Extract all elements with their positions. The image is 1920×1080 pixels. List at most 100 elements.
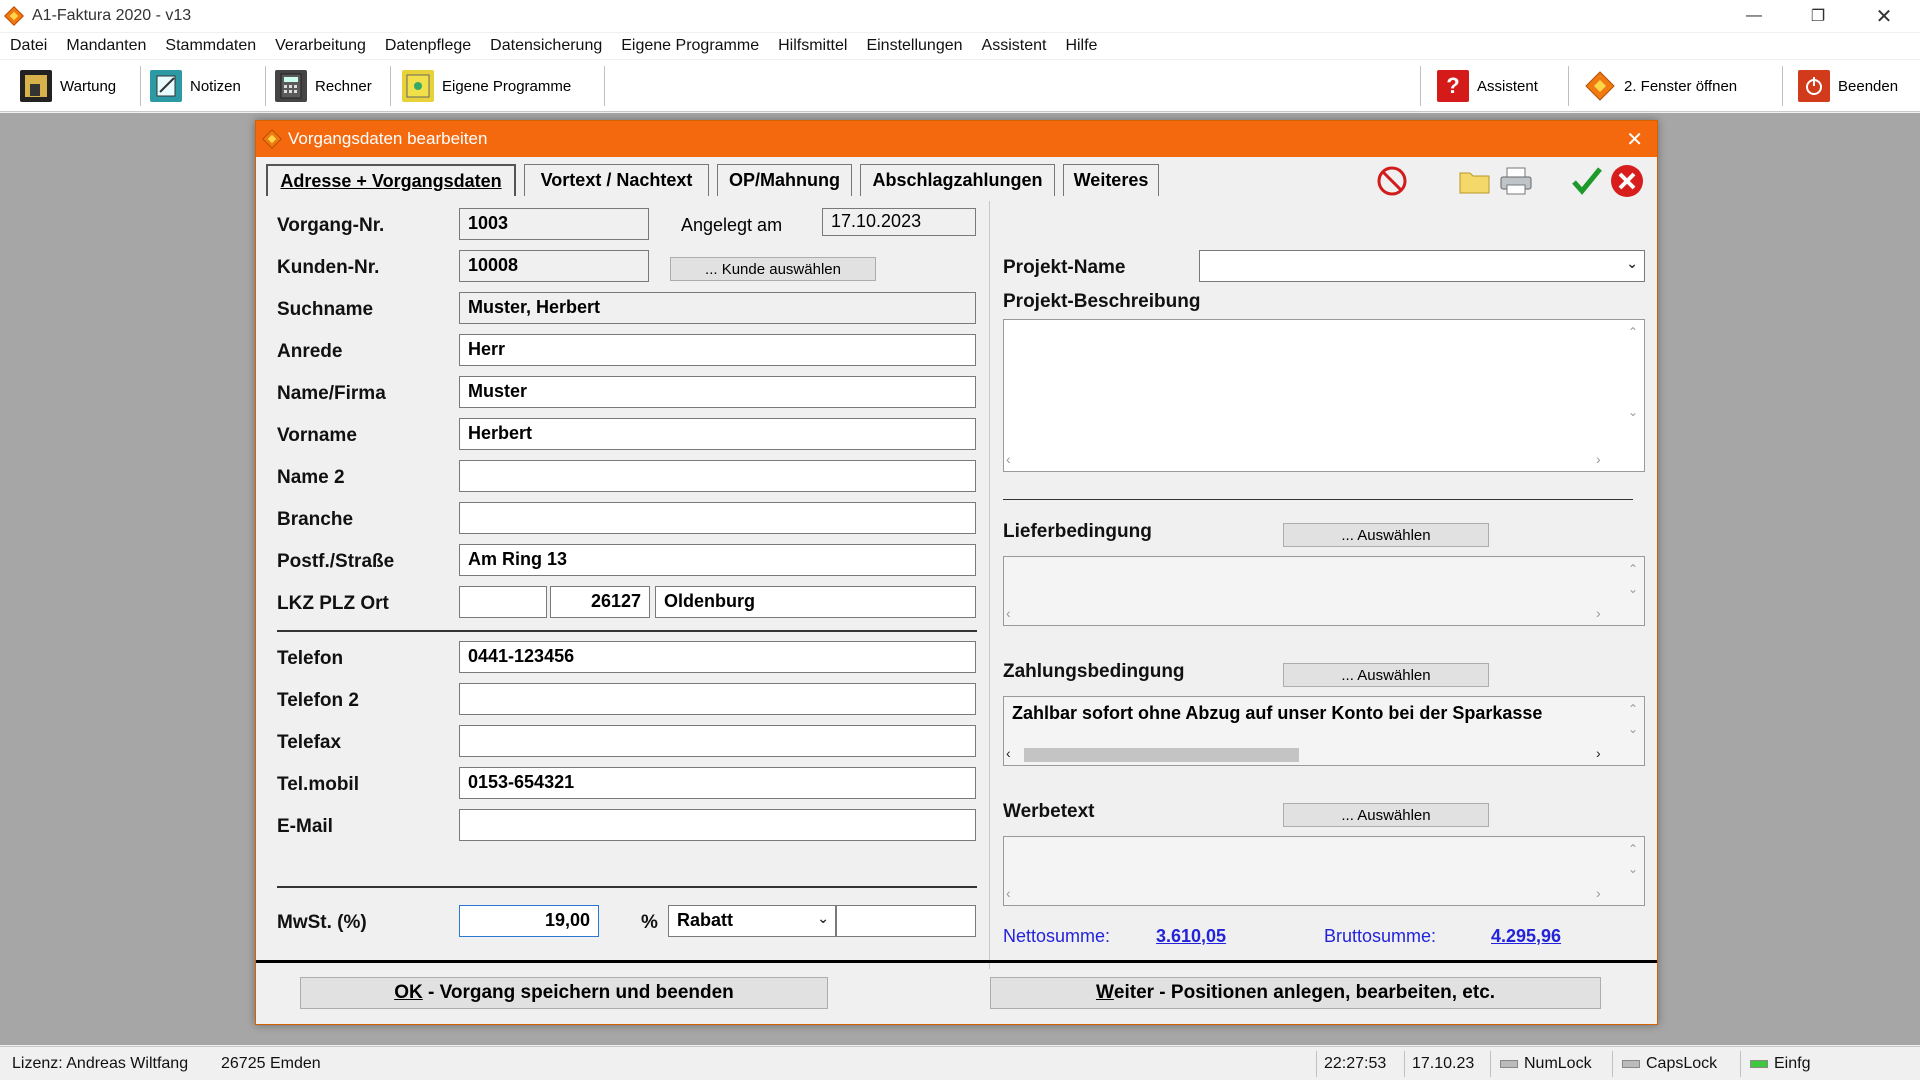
- menu-einstellungen[interactable]: Einstellungen: [866, 37, 962, 55]
- projekt-beschreibung-textarea[interactable]: ⌃ ⌄ ‹ ›: [1003, 319, 1645, 472]
- werbetext-auswaehlen-button[interactable]: ... Auswählen: [1283, 803, 1489, 827]
- notepad-icon: [150, 70, 182, 102]
- label-telefon: Telefon: [277, 648, 344, 669]
- menu-datensicherung[interactable]: Datensicherung: [490, 37, 602, 55]
- menu-datei[interactable]: Datei: [10, 37, 47, 55]
- ort-field[interactable]: Oldenburg: [655, 586, 976, 618]
- vertical-scrollbar[interactable]: ⌃ ⌄: [1624, 839, 1642, 879]
- label-werbetext: Werbetext: [1003, 801, 1095, 822]
- bruttosumme-value[interactable]: 4.295,96: [1491, 926, 1561, 947]
- tab-vortext-nachtext[interactable]: Vortext / Nachtext: [524, 164, 709, 196]
- telefon2-field[interactable]: [459, 683, 976, 715]
- rabatt-select[interactable]: Rabatt ⌄: [668, 905, 836, 937]
- tab-label: OP/Mahnung: [729, 170, 840, 190]
- telefon-field[interactable]: 0441-123456: [459, 641, 976, 673]
- label-name-firma: Name/Firma: [277, 383, 386, 404]
- close-window-button[interactable]: ✕: [1852, 0, 1916, 32]
- status-numlock: NumLock: [1500, 1055, 1592, 1073]
- confirm-button[interactable]: [1567, 161, 1607, 201]
- zahlungsbedingung-auswaehlen-button[interactable]: ... Auswählen: [1283, 663, 1489, 687]
- eigene-programme-label: Eigene Programme: [442, 77, 572, 95]
- horizontal-scrollbar[interactable]: ‹ ›: [1006, 451, 1606, 469]
- mwst-field[interactable]: 19,00: [459, 905, 599, 937]
- zweites-fenster-label: 2. Fenster öffnen: [1624, 77, 1738, 95]
- label-mwst: MwSt. (%): [277, 912, 367, 933]
- eigene-programme-button[interactable]: Eigene Programme: [402, 68, 571, 104]
- dialog-close-icon[interactable]: ✕: [1626, 127, 1643, 152]
- email-field[interactable]: [459, 809, 976, 841]
- nettosumme-value[interactable]: 3.610,05: [1156, 926, 1226, 947]
- menu-eigene-programme[interactable]: Eigene Programme: [621, 37, 759, 55]
- horizontal-scrollbar[interactable]: ‹ ›: [1006, 745, 1606, 763]
- projekt-name-select[interactable]: ⌄: [1199, 250, 1645, 282]
- strasse-field[interactable]: Am Ring 13: [459, 544, 976, 576]
- open-folder-button[interactable]: [1455, 161, 1495, 201]
- suchname-field[interactable]: Muster, Herbert: [459, 292, 976, 324]
- vertical-scrollbar[interactable]: ⌃ ⌄: [1624, 559, 1642, 599]
- menu-verarbeitung[interactable]: Verarbeitung: [275, 37, 366, 55]
- name-firma-field[interactable]: Muster: [459, 376, 976, 408]
- zweites-fenster-button[interactable]: 2. Fenster öffnen: [1584, 68, 1737, 104]
- percent-label: %: [641, 912, 658, 933]
- beenden-button[interactable]: Beenden: [1798, 68, 1898, 104]
- vorgang-nr-field[interactable]: 1003: [459, 208, 649, 240]
- angelegt-date-field[interactable]: 17.10.2023: [822, 208, 976, 236]
- lieferbedingung-auswaehlen-button[interactable]: ... Auswählen: [1283, 523, 1489, 547]
- minimize-button[interactable]: —: [1722, 0, 1786, 32]
- menu-mandanten[interactable]: Mandanten: [66, 37, 146, 55]
- tab-weiteres[interactable]: Weiteres: [1063, 164, 1159, 196]
- vertical-scrollbar[interactable]: ⌃ ⌄: [1624, 322, 1642, 446]
- wartung-button[interactable]: Wartung: [20, 68, 116, 104]
- horizontal-scrollbar[interactable]: ‹ ›: [1006, 605, 1606, 623]
- close-cancel-button[interactable]: [1607, 161, 1647, 201]
- telefax-field[interactable]: [459, 725, 976, 757]
- tab-op-mahnung[interactable]: OP/Mahnung: [717, 164, 852, 196]
- menu-hilfsmittel[interactable]: Hilfsmittel: [778, 37, 847, 55]
- rechner-label: Rechner: [315, 77, 372, 95]
- column-divider: [989, 201, 990, 969]
- menu-assistent[interactable]: Assistent: [982, 37, 1047, 55]
- branche-field[interactable]: [459, 502, 976, 534]
- notizen-button[interactable]: Notizen: [150, 68, 241, 104]
- kunde-auswaehlen-button[interactable]: ... Kunde auswählen: [670, 257, 876, 281]
- zahlungsbedingung-textarea[interactable]: Zahlbar sofort ohne Abzug auf unser Kont…: [1003, 696, 1645, 766]
- menu-hilfe[interactable]: Hilfe: [1065, 37, 1097, 55]
- label-lkz-plz-ort: LKZ PLZ Ort: [277, 593, 389, 614]
- vorgangsdaten-dialog: Vorgangsdaten bearbeiten ✕ Adresse + Vor…: [255, 120, 1658, 1025]
- rechner-button[interactable]: Rechner: [275, 68, 372, 104]
- weiter-positionen-button[interactable]: Weiter - Positionen anlegen, bearbeiten,…: [990, 977, 1601, 1009]
- label-anrede: Anrede: [277, 341, 343, 362]
- tab-adresse-vorgangsdaten[interactable]: Adresse + Vorgangsdaten: [266, 164, 516, 196]
- horizontal-scrollbar[interactable]: ‹ ›: [1006, 885, 1606, 903]
- telmobil-field[interactable]: 0153-654321: [459, 767, 976, 799]
- cancel-action-button[interactable]: [1372, 161, 1412, 201]
- name2-field[interactable]: [459, 460, 976, 492]
- lkz-field[interactable]: [459, 586, 547, 618]
- menu-stammdaten[interactable]: Stammdaten: [165, 37, 256, 55]
- ok-save-button[interactable]: OK - Vorgang speichern und beenden: [300, 977, 828, 1009]
- label-suchname: Suchname: [277, 299, 374, 320]
- numlock-led-icon: [1500, 1059, 1518, 1068]
- label-nettosumme: Nettosumme:: [1003, 926, 1111, 946]
- divider: [277, 630, 977, 632]
- rabatt-value-field[interactable]: [836, 905, 976, 937]
- tab-abschlagzahlungen[interactable]: Abschlagzahlungen: [860, 164, 1055, 196]
- vorname-field[interactable]: Herbert: [459, 418, 976, 450]
- menu-datenpflege[interactable]: Datenpflege: [385, 37, 471, 55]
- vertical-scrollbar[interactable]: ⌃ ⌄: [1624, 699, 1642, 739]
- printer-icon: [1500, 167, 1532, 195]
- lieferbedingung-textarea[interactable]: ⌃ ⌄ ‹ ›: [1003, 556, 1645, 626]
- assistent-button[interactable]: ? Assistent: [1437, 68, 1538, 104]
- kunden-nr-field[interactable]: 10008: [459, 250, 649, 282]
- checkmark-icon: [1572, 167, 1602, 195]
- werbetext-textarea[interactable]: ⌃ ⌄ ‹ ›: [1003, 836, 1645, 906]
- restore-button[interactable]: ❐: [1786, 0, 1850, 32]
- calculator-icon: [275, 70, 307, 102]
- dialog-titlebar: Vorgangsdaten bearbeiten ✕: [256, 121, 1657, 157]
- numlock-label: NumLock: [1524, 1055, 1592, 1072]
- ok-label: OK: [394, 982, 423, 1003]
- print-button[interactable]: [1496, 161, 1536, 201]
- label-angelegt: Angelegt am: [681, 215, 783, 235]
- plz-field[interactable]: 26127: [550, 586, 650, 618]
- anrede-field[interactable]: Herr: [459, 334, 976, 366]
